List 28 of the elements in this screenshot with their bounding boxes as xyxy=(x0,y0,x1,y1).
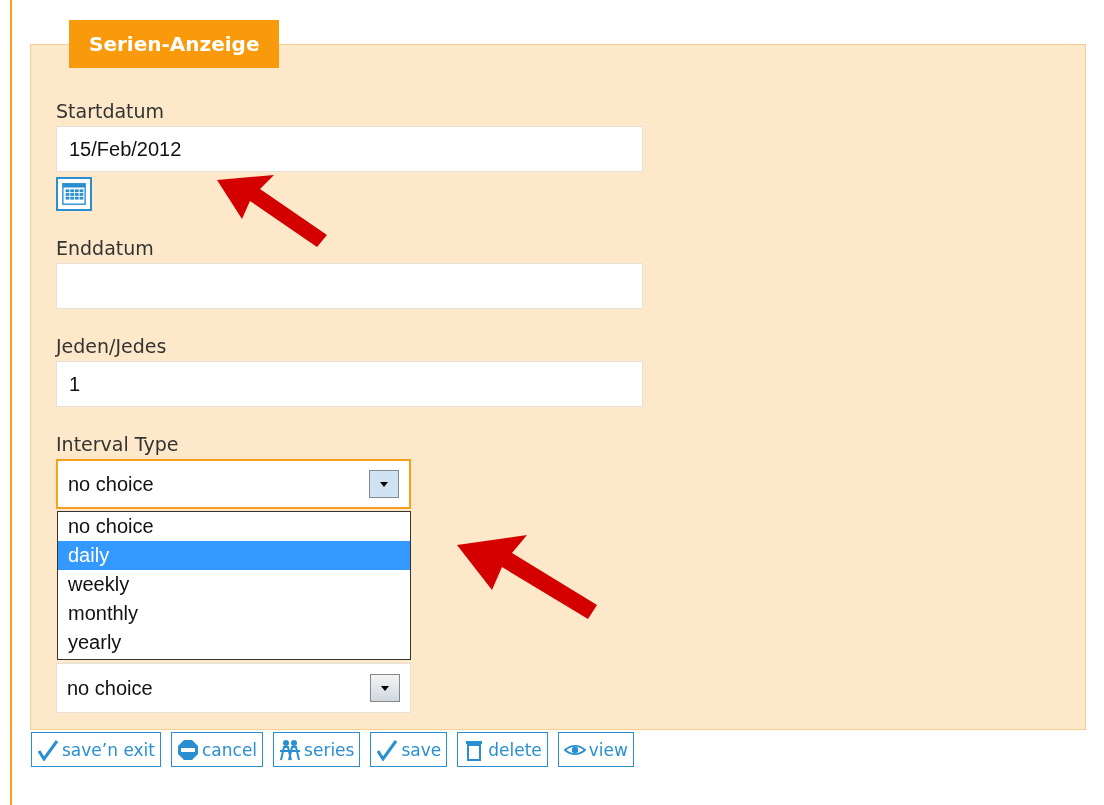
field-label: Interval Type xyxy=(56,433,180,455)
calendar-icon xyxy=(60,181,88,207)
toolbar-button[interactable]: view xyxy=(557,732,634,767)
field-label: Jeden/Jedes xyxy=(56,335,168,357)
check-icon xyxy=(376,738,399,761)
people-icon xyxy=(279,738,302,761)
dropdown[interactable]: no choice xyxy=(56,459,411,509)
toolbar-button[interactable]: cancel xyxy=(171,732,264,767)
dropdown-option[interactable]: weekly xyxy=(58,570,410,599)
toolbar-button[interactable]: delete xyxy=(457,732,548,767)
input-field[interactable] xyxy=(56,263,643,309)
stop-icon xyxy=(177,738,199,761)
dropdown-option[interactable]: yearly xyxy=(58,628,410,657)
dropdown-option[interactable]: monthly xyxy=(58,599,410,628)
dropdown[interactable]: no choice xyxy=(56,663,411,713)
calendar-button[interactable] xyxy=(56,177,92,211)
date-field[interactable]: 15/Feb/2012 xyxy=(56,126,643,172)
panel-title: Serien-Anzeige xyxy=(69,20,280,68)
dropdown-option[interactable]: no choice xyxy=(58,512,410,541)
caret-icon xyxy=(378,479,390,489)
toolbar-button[interactable]: save’n exit xyxy=(31,732,161,767)
field-label: Enddatum xyxy=(56,237,155,259)
toolbar-button[interactable]: save xyxy=(370,732,448,767)
check-icon xyxy=(37,738,59,761)
toolbar-button[interactable]: series xyxy=(273,732,361,767)
input-field[interactable]: 1 xyxy=(56,361,643,407)
field-label: Startdatum xyxy=(56,100,166,122)
caret-icon xyxy=(379,683,391,693)
